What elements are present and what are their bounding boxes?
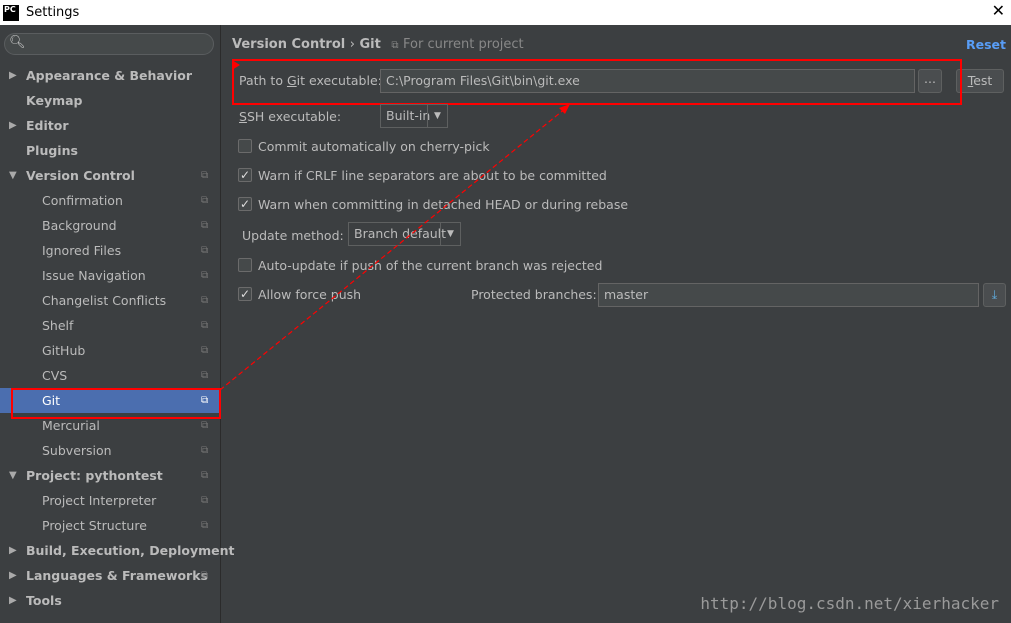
annotation-box-git [11, 388, 221, 419]
annotation-arrowhead [559, 104, 570, 114]
annotation-arrow-line [219, 107, 567, 391]
annotation-arrow [219, 60, 570, 391]
annotation-marker [232, 60, 240, 70]
